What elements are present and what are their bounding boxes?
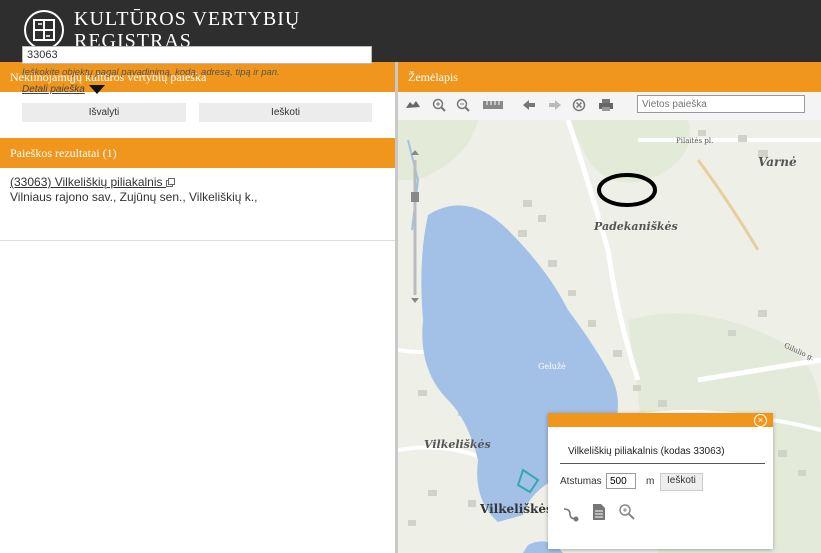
clear-map-icon[interactable]: [572, 98, 586, 112]
label-lake: Gelužė: [538, 362, 566, 371]
left-panel: Nekilnojamųjų kultūros vertybių paieška: [0, 62, 398, 553]
distance-input[interactable]: [606, 473, 636, 489]
distance-label: Atstumas: [560, 476, 602, 487]
document-icon[interactable]: [592, 503, 606, 521]
result-item-link[interactable]: (33063) Vilkeliškių piliakalnis: [10, 175, 175, 189]
map-panel: Žemėlapis: [398, 62, 821, 92]
zoom-in-icon[interactable]: [432, 98, 446, 112]
back-arrow-icon[interactable]: [522, 98, 536, 112]
popup-title: Vilkeliškių piliakalnis (kodas 33063): [568, 446, 725, 457]
zoom-out-icon[interactable]: [456, 98, 470, 112]
results-divider: [0, 240, 395, 241]
print-icon[interactable]: [598, 98, 614, 112]
close-icon[interactable]: ×: [754, 414, 767, 427]
search-button[interactable]: Ieškoti: [199, 103, 372, 122]
ruler-icon[interactable]: [482, 98, 504, 112]
label-varne: Varnė: [758, 155, 797, 169]
popup-search-button[interactable]: Ieškoti: [660, 473, 703, 491]
result-item-address: Vilniaus rajono sav., Zujūnų sen., Vilke…: [10, 190, 258, 204]
copy-icon[interactable]: [165, 178, 175, 188]
map-panel-title: Žemėlapis: [398, 62, 821, 92]
search-hint: Ieškokite objektų pagal pavadinimą, kodą…: [22, 67, 280, 78]
pan-hand-icon[interactable]: [404, 98, 422, 112]
place-search-input[interactable]: [637, 95, 805, 113]
label-padekaniskes: Padekaniškės: [594, 220, 678, 233]
object-popup: × Vilkeliškių piliakalnis (kodas 33063) …: [548, 413, 773, 549]
label-road-pilaites: Pilaitės pl.: [676, 137, 714, 145]
popup-divider: [560, 463, 765, 464]
search-input[interactable]: [22, 46, 372, 64]
clear-button[interactable]: Išvalyti: [22, 103, 186, 122]
registry-logo: [24, 10, 64, 50]
results-panel-title: Paieškos rezultatai (1): [0, 138, 395, 168]
distance-unit: m: [646, 476, 655, 487]
forward-arrow-icon[interactable]: [548, 98, 562, 112]
route-icon[interactable]: [562, 506, 580, 522]
popup-header: ×: [548, 413, 773, 427]
label-vilkeliskes-bottom: Vilkeliškės: [480, 502, 553, 516]
label-vilkeliskes-left: Vilkeliškės: [424, 438, 491, 451]
zoom-to-icon[interactable]: [618, 503, 636, 521]
results-panel: Paieškos rezultatai (1): [0, 138, 395, 168]
caret-down-icon: [88, 84, 105, 94]
detail-search-link[interactable]: Detali paieška: [22, 84, 105, 95]
